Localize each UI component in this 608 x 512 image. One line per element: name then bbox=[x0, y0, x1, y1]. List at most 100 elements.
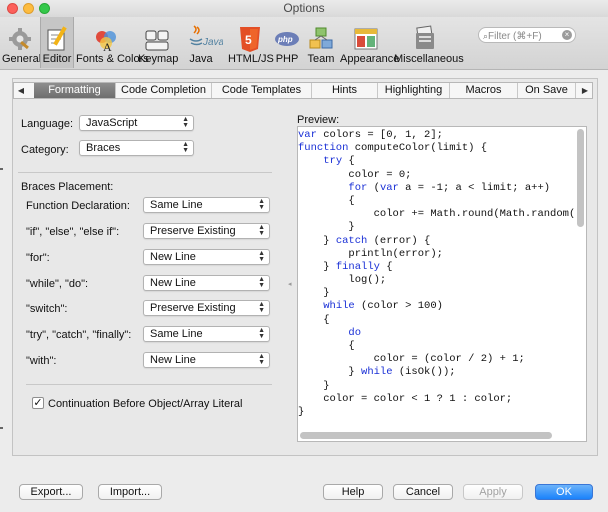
toolbar-item-php[interactable]: php PHP bbox=[272, 17, 302, 68]
with-select[interactable]: New Line ▲ ▼ bbox=[143, 352, 270, 368]
splitter-handle[interactable]: ◂ bbox=[288, 280, 292, 288]
toolbar-item-general[interactable]: General bbox=[2, 17, 41, 68]
toolbar-label-java: Java bbox=[189, 53, 213, 65]
category-select[interactable]: Braces ▲ ▼ bbox=[79, 140, 194, 156]
ok-button[interactable]: OK bbox=[535, 484, 593, 500]
continuation-label: Continuation Before Object/Array Literal bbox=[48, 398, 243, 410]
filter-search-field[interactable]: ⌕Filter (⌘+F) × bbox=[478, 27, 576, 43]
team-icon bbox=[309, 27, 333, 49]
import-button[interactable]: Import... bbox=[98, 484, 162, 500]
html5-icon: 5 bbox=[240, 27, 260, 52]
continuation-checkbox[interactable]: ✓ bbox=[32, 397, 44, 409]
tab-code-templates[interactable]: Code Templates bbox=[212, 83, 312, 98]
stepper-arrows-icon: ▲ ▼ bbox=[258, 301, 265, 314]
code-line: for (var a = -1; a < limit; a++) bbox=[348, 181, 551, 194]
tab-formatting[interactable]: Formatting bbox=[34, 83, 116, 98]
title-bar: Options bbox=[0, 0, 608, 17]
divider bbox=[18, 172, 272, 173]
toolbar-label-appearance: Appearance bbox=[340, 53, 400, 65]
toolbar-item-fonts-colors[interactable]: A Fonts & Colors bbox=[76, 17, 149, 68]
select-value: Same Line bbox=[150, 199, 203, 211]
category-label: Category: bbox=[21, 144, 69, 156]
divider bbox=[26, 384, 272, 385]
window-title: Options bbox=[283, 1, 325, 15]
row-label-if-else: "if", "else", "else if": bbox=[26, 226, 120, 238]
stepper-arrows-icon: ▲ ▼ bbox=[182, 116, 189, 129]
help-button[interactable]: Help bbox=[323, 484, 383, 500]
select-value: New Line bbox=[150, 277, 196, 289]
toolbar-label-miscellaneous: Miscellaneous bbox=[394, 53, 464, 65]
toolbar-item-html-js[interactable]: 5 HTML/JS bbox=[228, 17, 274, 68]
code-line: do bbox=[348, 326, 362, 339]
export-button[interactable]: Export... bbox=[19, 484, 83, 500]
close-window-button[interactable] bbox=[7, 3, 18, 14]
row-label-switch: "switch": bbox=[26, 303, 68, 315]
code-line: { bbox=[298, 340, 355, 352]
try-catch-finally-select[interactable]: Same Line ▲ ▼ bbox=[143, 326, 270, 342]
code-preview: var colors = [0, 1, 2]; function computeC… bbox=[297, 126, 587, 442]
code-line: } while (isOk()); bbox=[298, 366, 456, 379]
zoom-window-button[interactable] bbox=[39, 3, 50, 14]
code-line: { bbox=[298, 194, 355, 207]
miscellaneous-icon bbox=[416, 25, 434, 49]
preview-label: Preview: bbox=[297, 114, 340, 126]
code-line: var colors = [0, 1, 2]; bbox=[298, 129, 443, 141]
tab-highlighting[interactable]: Highlighting bbox=[378, 83, 450, 98]
tab-hints[interactable]: Hints bbox=[312, 83, 378, 98]
braces-placement-heading: Braces Placement: bbox=[21, 181, 114, 193]
code-line: color = color < 1 ? 1 : color; bbox=[298, 392, 513, 405]
code-preview-text: var colors = [0, 1, 2]; function computeC… bbox=[298, 129, 575, 419]
toolbar-label-editor: Editor bbox=[42, 53, 72, 65]
stepper-arrows-icon: ▲ ▼ bbox=[182, 141, 189, 154]
stepper-arrows-icon: ▲ ▼ bbox=[258, 276, 265, 289]
svg-text:5: 5 bbox=[245, 33, 252, 47]
svg-text:php: php bbox=[277, 35, 293, 44]
code-line: } bbox=[298, 379, 330, 392]
tab-scroll-left-icon[interactable]: ◀ bbox=[14, 83, 28, 98]
toolbar-item-team[interactable]: Team bbox=[304, 17, 338, 68]
toolbar-item-editor[interactable]: Editor bbox=[40, 17, 74, 68]
language-select[interactable]: JavaScript ▲ ▼ bbox=[79, 115, 194, 131]
row-label-function-declaration: Function Declaration: bbox=[26, 200, 130, 212]
code-line: } finally { bbox=[298, 260, 393, 273]
toolbar-item-java[interactable]: Java Java bbox=[178, 17, 224, 68]
code-line: function computeColor(limit) { bbox=[298, 142, 488, 155]
select-value: Preserve Existing bbox=[150, 225, 236, 237]
tab-on-save[interactable]: On Save bbox=[518, 83, 576, 98]
switch-select[interactable]: Preserve Existing ▲ ▼ bbox=[143, 300, 270, 316]
code-line: color = 0; bbox=[298, 168, 412, 181]
toolbar-item-keymap[interactable]: Keymap bbox=[138, 17, 178, 68]
toolbar-label-fonts-colors: Fonts & Colors bbox=[76, 53, 149, 65]
stepper-arrows-icon: ▲ ▼ bbox=[258, 353, 265, 366]
clear-search-icon[interactable]: × bbox=[562, 30, 572, 40]
java-icon: Java bbox=[189, 25, 223, 48]
code-line: } bbox=[298, 405, 305, 418]
for-select[interactable]: New Line ▲ ▼ bbox=[143, 249, 270, 265]
horizontal-scrollbar[interactable] bbox=[300, 432, 552, 439]
code-line: println(error); bbox=[298, 247, 443, 260]
vertical-scrollbar[interactable] bbox=[577, 129, 584, 227]
tab-strip: ◀ Formatting Code Completion Code Templa… bbox=[13, 82, 593, 99]
svg-text:Java: Java bbox=[202, 37, 223, 48]
tab-code-completion[interactable]: Code Completion bbox=[116, 83, 212, 98]
minimize-window-button[interactable] bbox=[23, 3, 34, 14]
tab-scroll-right-icon[interactable]: ▶ bbox=[578, 83, 592, 98]
toolbar-item-miscellaneous[interactable]: Miscellaneous bbox=[394, 17, 464, 68]
tab-macros[interactable]: Macros bbox=[450, 83, 518, 98]
if-else-select[interactable]: Preserve Existing ▲ ▼ bbox=[143, 223, 270, 239]
select-value: Preserve Existing bbox=[150, 302, 236, 314]
general-icon bbox=[9, 28, 31, 50]
cancel-button[interactable]: Cancel bbox=[393, 484, 453, 500]
apply-button[interactable]: Apply bbox=[463, 484, 523, 500]
select-value: New Line bbox=[150, 354, 196, 366]
toolbar-item-appearance[interactable]: Appearance bbox=[340, 17, 400, 68]
code-line: } bbox=[298, 287, 330, 300]
toolbar-label-html-js: HTML/JS bbox=[228, 53, 274, 65]
while-do-select[interactable]: New Line ▲ ▼ bbox=[143, 275, 270, 291]
language-label: Language: bbox=[21, 118, 73, 130]
code-line: color += Math.round(Math.random( bbox=[298, 208, 576, 221]
svg-text:A: A bbox=[103, 40, 112, 53]
function-declaration-select[interactable]: Same Line ▲ ▼ bbox=[143, 197, 270, 213]
stepper-arrows-icon: ▲ ▼ bbox=[258, 224, 265, 237]
editor-icon bbox=[47, 26, 67, 51]
